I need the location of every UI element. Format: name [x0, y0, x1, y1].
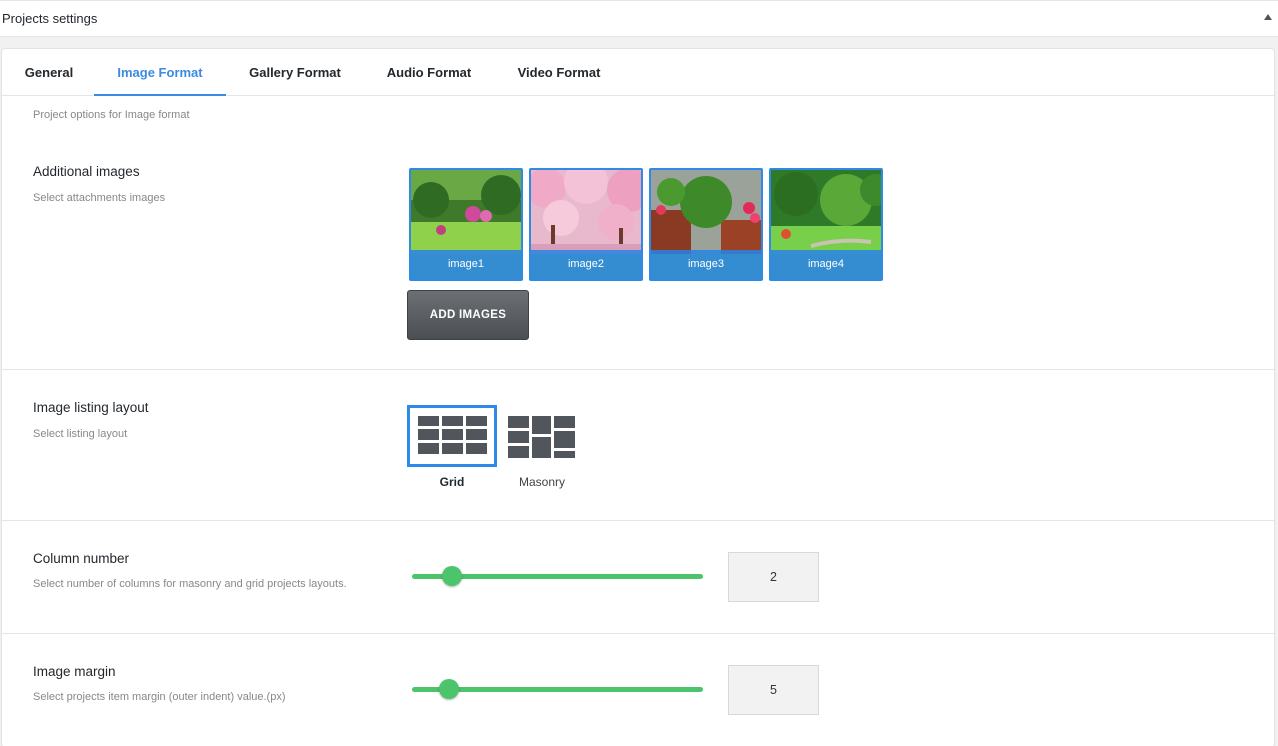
add-images-button[interactable]: ADD IMAGES: [407, 290, 529, 340]
slider-handle[interactable]: [439, 679, 459, 699]
column-number-slider[interactable]: [412, 566, 703, 586]
panel-header[interactable]: Projects settings: [0, 0, 1278, 37]
image-margin-slider[interactable]: [412, 679, 703, 699]
section-title: Column number: [33, 551, 130, 566]
tab-gallery-format[interactable]: Gallery Format: [245, 49, 345, 96]
image-label: image4: [771, 250, 881, 279]
section-title: Image margin: [33, 664, 116, 679]
image-thumbnail[interactable]: image4: [769, 168, 883, 281]
image-label: image3: [651, 250, 761, 279]
image-label: image1: [411, 250, 521, 279]
layout-option-masonry[interactable]: [497, 405, 587, 467]
column-number-input[interactable]: 2: [728, 552, 819, 602]
layout-option-grid[interactable]: [407, 405, 497, 467]
image-margin-input[interactable]: 5: [728, 665, 819, 715]
planter-image: [651, 170, 761, 254]
image-label: image2: [531, 250, 641, 279]
section-desc: Select attachments images: [33, 192, 166, 204]
image-thumbnail[interactable]: image1: [409, 168, 523, 281]
intro-text: Project options for Image format: [33, 109, 190, 121]
park-image: [771, 170, 881, 254]
tab-video-format[interactable]: Video Format: [513, 49, 605, 96]
section-desc: Select listing layout: [33, 428, 128, 440]
tab-audio-format[interactable]: Audio Format: [382, 49, 476, 96]
cherry-blossom-image: [531, 170, 641, 254]
section-desc: Select number of columns for masonry and…: [33, 578, 347, 590]
collapse-arrow-icon[interactable]: [1264, 14, 1272, 20]
section-title: Image listing layout: [33, 400, 149, 415]
panel-title: Projects settings: [2, 11, 98, 26]
layout-label-masonry[interactable]: Masonry: [497, 475, 587, 489]
tab-general[interactable]: General: [23, 49, 75, 96]
section-desc: Select projects item margin (outer inden…: [33, 691, 286, 703]
slider-handle[interactable]: [442, 566, 462, 586]
section-listing-layout: Image listing layout Select listing layo…: [2, 370, 1274, 521]
image-thumbnail[interactable]: image2: [529, 168, 643, 281]
tab-image-format[interactable]: Image Format: [94, 49, 226, 96]
image-thumbnail[interactable]: image3: [649, 168, 763, 281]
tab-bar: General Image Format Gallery Format Audi…: [2, 49, 1274, 96]
layout-label-grid[interactable]: Grid: [407, 475, 497, 489]
settings-box: General Image Format Gallery Format Audi…: [1, 48, 1275, 746]
section-title: Additional images: [33, 164, 140, 179]
garden-image: [411, 170, 521, 254]
